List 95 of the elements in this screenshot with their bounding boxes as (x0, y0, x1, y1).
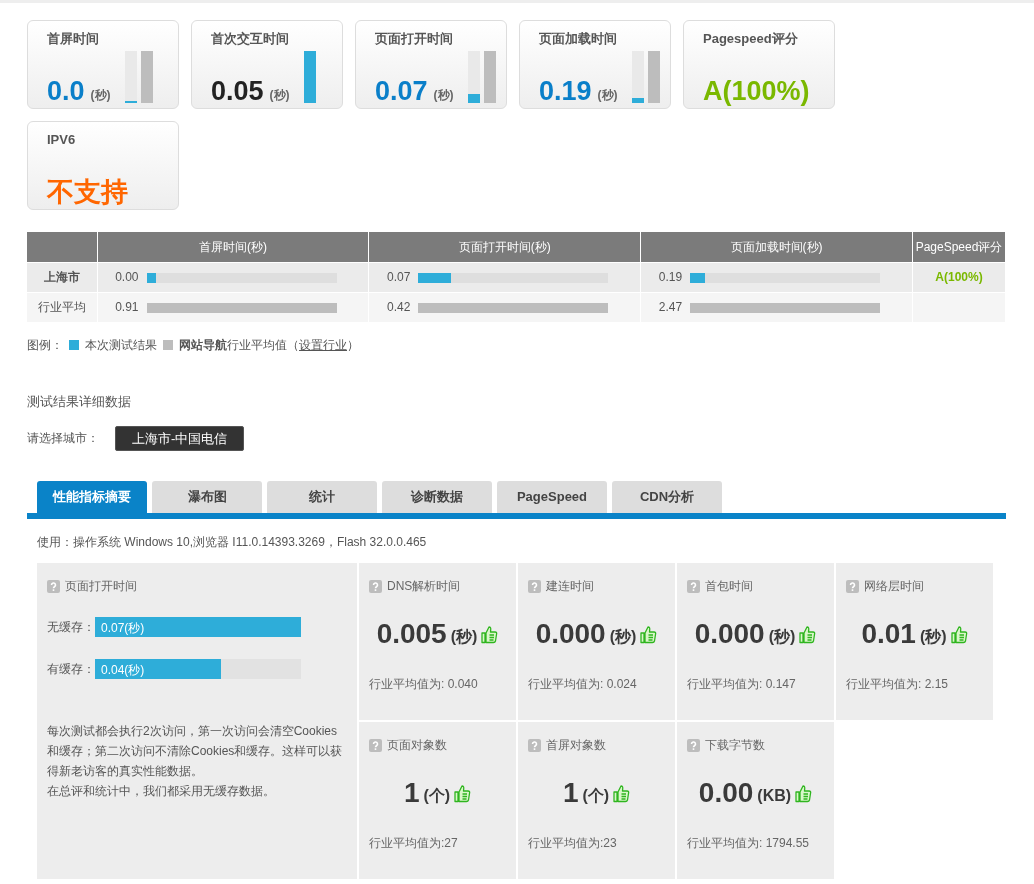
help-icon[interactable] (528, 579, 541, 593)
help-icon[interactable] (687, 738, 700, 752)
card-title: IPV6 (47, 131, 77, 149)
legend-text: 网站导航行业平均值（设置行业） (179, 337, 359, 354)
metric-value: 0.00 (698, 776, 754, 810)
metric-value: 0.005 (376, 617, 447, 651)
help-icon[interactable] (687, 579, 700, 593)
table-value: 0.07 (385, 269, 411, 286)
card-title: 首屏时间 (47, 30, 100, 48)
thumbs-up-icon (799, 624, 817, 644)
metric-value: 0.01 (861, 617, 916, 651)
thumbs-up-icon (613, 783, 631, 803)
metric-value: 1 (562, 776, 579, 810)
table-value: 0.91 (114, 299, 139, 317)
row-label: 上海市 (27, 262, 97, 292)
metric-title: 网络层时间 (864, 578, 924, 595)
tab[interactable]: PageSpeed (497, 481, 607, 513)
column-header: 首屏时间(秒) (97, 232, 369, 262)
row-label: 行业平均 (27, 292, 97, 322)
unit-label: (KB) (757, 786, 792, 806)
environment-info: 使用：操作系统 Windows 10,浏览器 I11.0.14393.3269，Flash 32.0.0.465 (37, 534, 428, 551)
tab[interactable]: 瀑布图 (152, 481, 262, 513)
score-value: A(100%) (935, 270, 983, 284)
legend-swatch (69, 340, 79, 350)
note-text: 每次测试都会执行2次访问，第一次访问会清空Cookies和缓存；第二次访问不清除Cookies和缓存。这样可以获得新老访客的真实性能数据。 (47, 723, 344, 780)
industry-average: 行业平均值为: 2.15 (846, 676, 950, 693)
column-header: PageSpeed评分 (912, 232, 1006, 262)
metric-value: 1 (403, 776, 420, 810)
card-title: 页面打开时间 (375, 30, 454, 48)
industry-average: 行业平均值为: 0.040 (369, 676, 479, 693)
thumbs-up-icon (640, 624, 658, 644)
note-text: 在总评和统计中，我们都采用无缓存数据。 (47, 783, 276, 800)
card-value: 0.0 (47, 77, 85, 105)
city-button[interactable]: 上海市-中国电信 (115, 425, 245, 451)
industry-average: 行业平均值为: 0.147 (687, 676, 797, 693)
time-bar: 0.04(秒) (95, 659, 221, 679)
thumbs-up-icon (950, 624, 968, 644)
section-title: 测试结果详细数据 (27, 393, 132, 411)
legend-label: 图例： (27, 337, 63, 354)
time-bar: 0.07(秒) (95, 617, 301, 637)
legend-text: 本次测试结果 (85, 337, 157, 354)
unit-label: (个) (582, 786, 610, 806)
card-title: 首次交互时间 (211, 30, 290, 48)
thumbs-up-icon (795, 783, 813, 803)
table-value: 0.00 (114, 269, 139, 286)
unit-label: (秒) (609, 627, 637, 647)
metric-title: 建连时间 (546, 578, 594, 595)
unit-label: (秒) (433, 88, 454, 101)
card-value: 0.19 (539, 77, 592, 105)
thumbs-up-icon (454, 783, 472, 803)
metric-title: 首包时间 (705, 578, 753, 595)
industry-average: 行业平均值为:27 (369, 835, 459, 852)
industry-average: 行业平均值为: 1794.55 (687, 835, 811, 852)
table-value: 2.47 (657, 299, 683, 317)
unit-label: (秒) (597, 88, 618, 101)
column-header: 页面加载时间(秒) (640, 232, 913, 262)
metric-title: DNS解析时间 (387, 578, 461, 595)
table-value: 0.19 (657, 269, 683, 286)
card-value: 0.05 (211, 77, 264, 105)
card-title: 页面加载时间 (539, 30, 618, 48)
unit-label: (秒) (768, 627, 796, 647)
help-icon[interactable] (369, 738, 382, 752)
table-value: 0.42 (385, 299, 411, 317)
industry-average: 行业平均值为:23 (528, 835, 618, 852)
unit-label: (秒) (919, 627, 947, 647)
panel-title: 页面打开时间 (65, 578, 137, 595)
city-label: 请选择城市： (27, 430, 99, 448)
tab[interactable]: 统计 (267, 481, 377, 513)
help-icon[interactable] (369, 579, 382, 593)
tab[interactable]: 诊断数据 (382, 481, 492, 513)
unit-label: (秒) (450, 627, 478, 647)
industry-average: 行业平均值为: 0.024 (528, 676, 638, 693)
metric-title: 下载字节数 (705, 737, 765, 754)
unit-label: (秒) (269, 88, 290, 101)
metric-value: 0.000 (535, 617, 606, 651)
help-icon[interactable] (47, 579, 60, 593)
unit-label: (秒) (90, 88, 111, 101)
tab[interactable]: CDN分析 (612, 481, 722, 513)
row-label: 无缓存： (47, 619, 95, 636)
metric-title: 页面对象数 (387, 737, 447, 754)
row-label: 有缓存： (47, 661, 95, 678)
card-value: 不支持 (47, 178, 128, 206)
help-icon[interactable] (528, 738, 541, 752)
metric-title: 首屏对象数 (546, 737, 606, 754)
set-industry-link[interactable]: 设置行业 (299, 338, 347, 352)
unit-label: (个) (423, 786, 451, 806)
column-header: 页面打开时间(秒) (368, 232, 641, 262)
metric-value: 0.000 (694, 617, 765, 651)
card-title: Pagespeed评分 (703, 30, 799, 48)
card-value: 0.07 (375, 77, 428, 105)
legend-swatch (163, 340, 173, 350)
help-icon[interactable] (846, 579, 859, 593)
thumbs-up-icon (481, 624, 499, 644)
tab[interactable]: 性能指标摘要 (37, 481, 147, 513)
card-value: A(100%) (703, 77, 810, 105)
